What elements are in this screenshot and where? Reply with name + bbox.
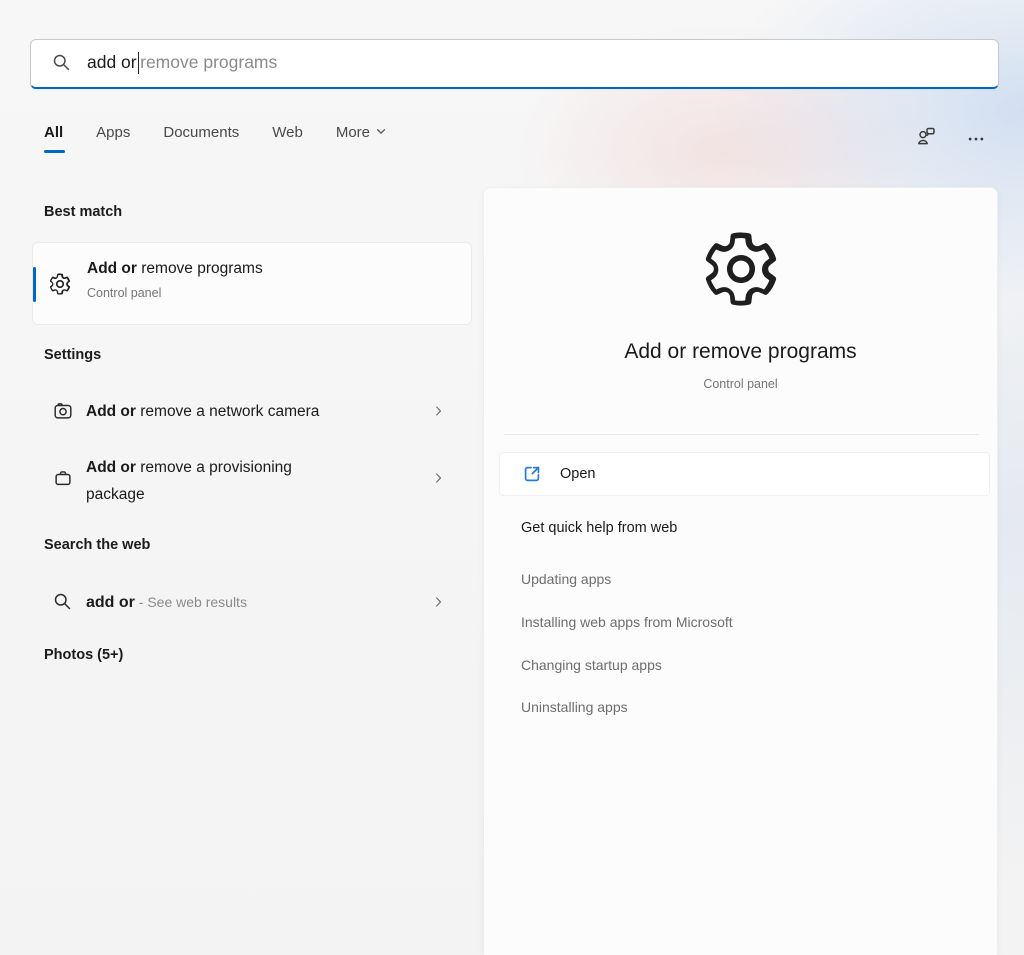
search-suggestion-text: remove programs [140, 52, 277, 73]
text-cursor [138, 52, 140, 74]
tab-all[interactable]: All [44, 124, 63, 153]
tab-apps[interactable]: Apps [96, 124, 130, 153]
result-web-search-label: add or - See web results [86, 580, 247, 625]
result-network-camera-label: Add or remove a network camera [86, 389, 319, 434]
help-link-updating-apps[interactable]: Updating apps [521, 571, 611, 587]
best-match-title-bold: Add or [87, 260, 137, 277]
open-action-label: Open [560, 466, 595, 482]
best-match-title-rest: remove programs [137, 260, 263, 277]
gear-icon [696, 224, 786, 314]
tab-web[interactable]: Web [272, 124, 303, 153]
result-network-camera[interactable]: Add or remove a network camera [32, 389, 472, 434]
detail-panel: Add or remove programs Control panel Ope… [483, 187, 998, 955]
feedback-button[interactable] [912, 122, 940, 150]
search-icon [51, 52, 72, 73]
label-rest: remove a network camera [136, 403, 320, 420]
help-link-installing-web-apps[interactable]: Installing web apps from Microsoft [521, 614, 733, 630]
best-match-result[interactable]: Add or remove programs Control panel [32, 242, 472, 325]
help-link-uninstalling-apps[interactable]: Uninstalling apps [521, 699, 628, 715]
chevron-down-icon [375, 125, 387, 137]
divider [504, 434, 979, 435]
label-bold: Add or [86, 403, 136, 420]
open-action[interactable]: Open [499, 452, 990, 496]
chevron-right-icon [431, 403, 446, 419]
best-match-header: Best match [44, 204, 122, 220]
ellipsis-icon [966, 129, 986, 149]
label-rest: - See web results [135, 594, 247, 610]
best-match-subtitle: Control panel [87, 286, 161, 300]
detail-subtitle: Control panel [484, 377, 997, 391]
label-bold: add or [86, 594, 135, 611]
selection-accent-bar [33, 267, 36, 302]
chevron-right-icon [431, 594, 446, 610]
gear-icon [47, 271, 73, 297]
settings-header: Settings [44, 347, 101, 363]
photos-header: Photos (5+) [44, 647, 123, 663]
detail-title: Add or remove programs [484, 340, 997, 364]
result-provisioning-package[interactable]: Add or remove a provisioning package [32, 445, 472, 511]
search-web-header: Search the web [44, 537, 150, 553]
quick-help-header: Get quick help from web [521, 520, 677, 536]
search-typed-text: add or [87, 52, 137, 73]
search-icon [52, 591, 73, 612]
options-button[interactable] [962, 125, 990, 153]
external-link-icon [521, 463, 543, 485]
label-bold: Add or [86, 459, 136, 476]
tab-more[interactable]: More [336, 124, 387, 153]
briefcase-icon [52, 467, 74, 489]
tab-documents[interactable]: Documents [163, 124, 239, 153]
chevron-right-icon [431, 470, 446, 486]
camera-icon [52, 400, 74, 422]
best-match-title: Add or remove programs [87, 260, 263, 278]
person-chat-icon [914, 124, 938, 148]
help-link-changing-startup-apps[interactable]: Changing startup apps [521, 657, 662, 673]
tab-more-label: More [336, 124, 370, 141]
search-text: add orremove programs [87, 52, 277, 74]
result-provisioning-label: Add or remove a provisioning package [86, 454, 341, 508]
search-filter-tabs: All Apps Documents Web More [44, 124, 387, 160]
search-input[interactable]: add orremove programs [30, 39, 999, 89]
result-web-search[interactable]: add or - See web results [32, 580, 472, 624]
